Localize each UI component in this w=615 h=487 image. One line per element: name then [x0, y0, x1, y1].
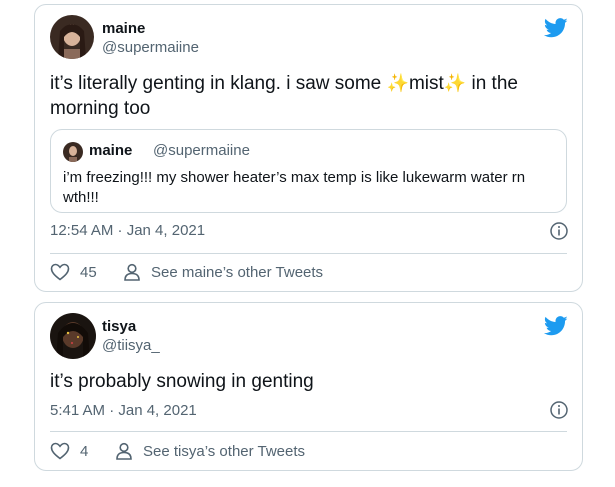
twitter-bird-icon[interactable]	[544, 316, 568, 336]
quoted-author-handle: @supermaiine	[153, 142, 250, 159]
avatar[interactable]	[50, 15, 94, 59]
author-handle[interactable]: @supermaiine	[102, 39, 199, 56]
see-other-tweets-button[interactable]: See tisya’s other Tweets	[115, 442, 305, 460]
like-count: 45	[80, 263, 97, 281]
heart-icon	[50, 263, 70, 281]
author-name[interactable]: tisya	[102, 318, 136, 335]
tweet-timestamp[interactable]: 12:54 AM · Jan 4, 2021	[50, 222, 205, 239]
quoted-tweet-text: i’m freezing!!! my shower heater’s max t…	[63, 169, 526, 206]
author-handle[interactable]: @tiisya_	[102, 337, 160, 354]
person-icon	[116, 442, 132, 460]
see-other-tweets-label: See tisya’s other Tweets	[143, 442, 306, 460]
sparkle-icon: ✨	[386, 73, 409, 93]
divider	[50, 431, 567, 432]
tweet-timestamp[interactable]: 5:41 AM · Jan 4, 2021	[50, 402, 197, 419]
heart-icon	[50, 442, 70, 460]
like-button[interactable]: 4	[50, 442, 88, 460]
quoted-tweet[interactable]: maine @supermaiine i’m freezing!!! my sh…	[50, 129, 567, 213]
twitter-bird-icon[interactable]	[544, 18, 568, 38]
quoted-author-name: maine	[89, 142, 133, 159]
person-icon	[124, 263, 140, 281]
tweet-card-maine[interactable]: maine @supermaiine it’s literally gentin…	[34, 4, 583, 292]
avatar[interactable]	[50, 313, 96, 359]
see-other-tweets-button[interactable]: See maine’s other Tweets	[123, 263, 323, 281]
tweet-text: it’s literally genting in klang. i saw s…	[50, 71, 570, 121]
tweet-text-part1: it’s literally genting in klang. i saw s…	[50, 73, 387, 94]
tweet-text-mist: mist	[408, 73, 444, 94]
tweet-card-tisya[interactable]: tisya @tiisya_ it’s probably snowing in …	[34, 302, 583, 471]
like-count: 4	[80, 442, 89, 460]
info-icon[interactable]	[550, 401, 568, 419]
like-button[interactable]: 45	[50, 263, 97, 281]
see-other-tweets-label: See maine’s other Tweets	[151, 263, 324, 281]
quoted-avatar	[63, 142, 83, 162]
tweet-text: it’s probably snowing in genting	[50, 371, 314, 392]
author-name[interactable]: maine	[102, 20, 145, 37]
divider	[50, 253, 567, 254]
sparkle-icon: ✨	[443, 73, 467, 93]
info-icon[interactable]	[550, 222, 568, 240]
